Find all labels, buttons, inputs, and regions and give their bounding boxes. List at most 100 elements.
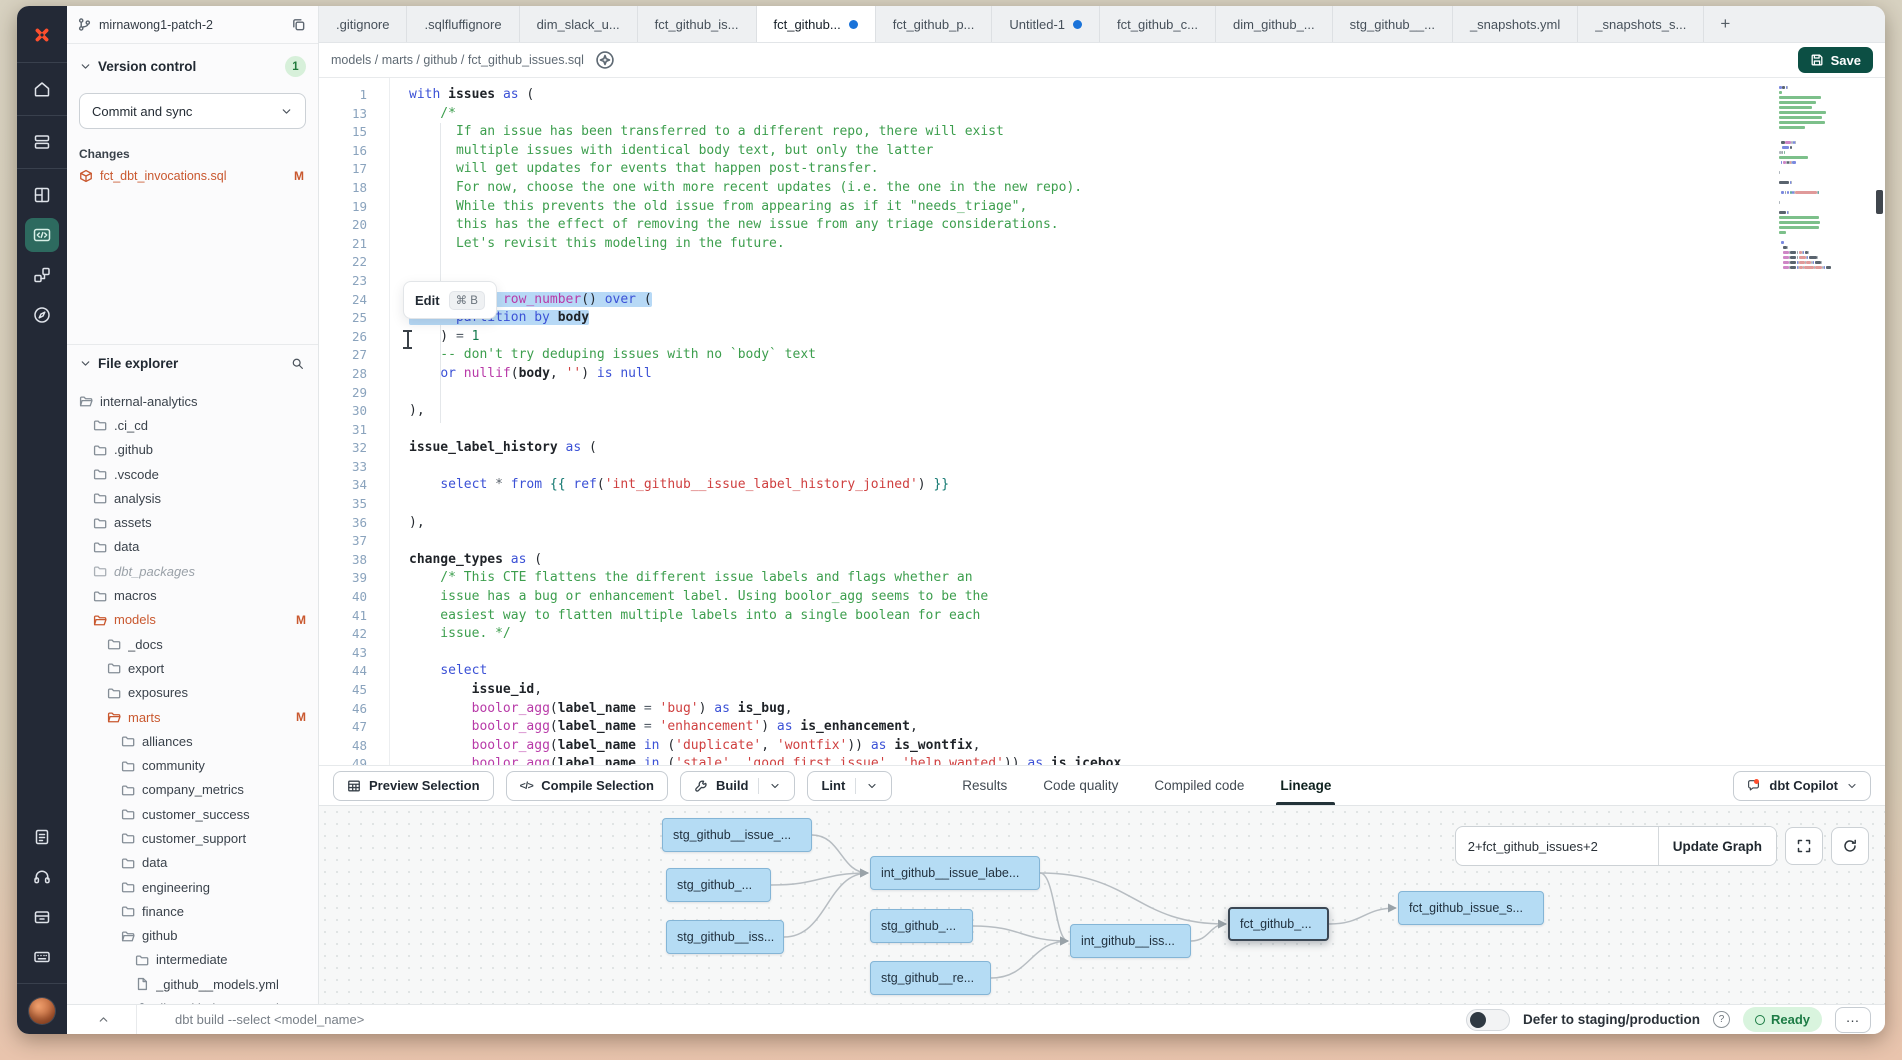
code-line-31[interactable]: 31 [319,421,1765,440]
tree-item-.ci_cd[interactable]: .ci_cd [67,413,318,437]
tree-item-data[interactable]: data [67,851,318,875]
changed-file-item[interactable]: fct_dbt_invocations.sql M [79,169,306,183]
code-line-28[interactable]: 28 or nullif(body, '') is null [319,365,1765,384]
code-line-45[interactable]: 45 issue_id, [319,681,1765,700]
build-button[interactable]: Build [680,771,796,801]
tree-item-export[interactable]: export [67,656,318,680]
command-input[interactable]: dbt build --select <model_name> [175,1012,1466,1027]
rail-explore-button[interactable] [25,298,59,332]
code-line-22[interactable]: 22 [319,253,1765,272]
lineage-node-fct_github_issue_s[interactable]: fct_github_issue_s... [1398,891,1544,925]
editor-tab-fct_github_c...[interactable]: fct_github_c... [1100,6,1216,42]
dbt-copilot-button[interactable]: dbt Copilot [1733,771,1871,801]
code-line-36[interactable]: 36), [319,514,1765,533]
editor-tab-_snapshots_s...[interactable]: _snapshots_s... [1578,6,1704,42]
panel-tab-compiled-code[interactable]: Compiled code [1154,766,1244,805]
refresh-graph-button[interactable] [1831,827,1869,865]
update-graph-button[interactable]: Update Graph [1659,827,1776,865]
code-line-26[interactable]: 26 ) = 1 [319,328,1765,347]
code-line-39[interactable]: 39 /* This CTE flattens the different is… [319,569,1765,588]
rail-notebooks-button[interactable] [25,820,59,854]
tree-item-analysis[interactable]: analysis [67,486,318,510]
code-line-20[interactable]: 20 this has the effect of removing the n… [319,216,1765,235]
tree-item-github[interactable]: github [67,924,318,948]
rail-orchestration-button[interactable] [25,258,59,292]
code-editor[interactable]: 1with issues as (13 /*15 If an issue has… [319,78,1885,765]
defer-toggle[interactable] [1466,1009,1510,1031]
code-line-25[interactable]: 25 partition by body [319,309,1765,328]
rail-support-button[interactable] [25,860,59,894]
tree-item-_docs[interactable]: _docs [67,632,318,656]
code-line-43[interactable]: 43 [319,644,1765,663]
code-line-48[interactable]: 48 boolor_agg(label_name in ('duplicate'… [319,737,1765,756]
tree-item-assets[interactable]: assets [67,510,318,534]
lineage-node-int_github__issue_labe[interactable]: int_github__issue_labe... [870,856,1040,890]
tree-item-macros[interactable]: macros [67,583,318,607]
code-line-41[interactable]: 41 easiest way to flatten multiple label… [319,607,1765,626]
editor-scrollbar[interactable] [1875,78,1883,765]
editor-tab-dim_slack_u...[interactable]: dim_slack_u... [520,6,638,42]
lint-button[interactable]: Lint [807,771,892,801]
tree-item-.vscode[interactable]: .vscode [67,462,318,486]
code-line-49[interactable]: 49 boolor_agg(label_name in ('stale', 'g… [319,755,1765,765]
editor-tab-fct_github_is...[interactable]: fct_github_is... [638,6,757,42]
code-line-47[interactable]: 47 boolor_agg(label_name = 'enhancement'… [319,718,1765,737]
editor-tab-_snapshots.yml[interactable]: _snapshots.yml [1453,6,1578,42]
editor-tab-Untitled-1[interactable]: Untitled-1 [992,6,1100,42]
user-avatar[interactable] [29,998,55,1024]
code-line-27[interactable]: 27 -- don't try deduping issues with no … [319,346,1765,365]
lineage-node-stg_github_[interactable]: stg_github_... [870,909,973,943]
chevron-down-icon[interactable] [769,780,781,792]
tree-item-.github[interactable]: .github [67,438,318,462]
code-line-24[interactable]: 24 qualify row_number() over ( [319,291,1765,310]
chevron-down-icon[interactable] [79,60,92,73]
code-line-29[interactable]: 29 [319,384,1765,403]
rail-archive-button[interactable] [25,900,59,934]
collapse-command-bar-button[interactable] [95,1011,112,1028]
code-line-46[interactable]: 46 boolor_agg(label_name = 'bug') as is_… [319,700,1765,719]
code-line-17[interactable]: 17 will get updates for events that happ… [319,160,1765,179]
lineage-node-stg_github_[interactable]: stg_github_... [666,868,771,902]
panel-tab-lineage[interactable]: Lineage [1280,766,1331,805]
more-options-button[interactable]: … [1835,1007,1871,1033]
tree-item-community[interactable]: community [67,753,318,777]
lineage-node-stg_github__issue_[interactable]: stg_github__issue_... [662,818,812,852]
lineage-node-fct_github_[interactable]: fct_github_... [1228,907,1329,941]
code-line-38[interactable]: 38change_types as ( [319,551,1765,570]
editor-tab-fct_github_p...[interactable]: fct_github_p... [876,6,993,42]
tree-item-models[interactable]: modelsM [67,608,318,632]
tree-item-company_metrics[interactable]: company_metrics [67,778,318,802]
save-button[interactable]: Save [1798,47,1873,73]
code-line-30[interactable]: 30), [319,402,1765,421]
editor-tab-dim_github_...[interactable]: dim_github_... [1216,6,1333,42]
code-line-42[interactable]: 42 issue. */ [319,625,1765,644]
scrollbar-thumb[interactable] [1876,190,1883,214]
copilot-breadcrumb-button[interactable] [594,49,617,72]
fullscreen-button[interactable] [1785,827,1823,865]
search-files-button[interactable] [289,355,306,372]
tree-item-finance[interactable]: finance [67,899,318,923]
tree-item-intermediate[interactable]: intermediate [67,948,318,972]
code-line-18[interactable]: 18 For now, choose the one with more rec… [319,179,1765,198]
code-line-33[interactable]: 33 [319,458,1765,477]
tree-item-dbt_packages[interactable]: dbt_packages [67,559,318,583]
help-icon[interactable]: ? [1713,1011,1730,1028]
tree-item-alliances[interactable]: alliances [67,729,318,753]
panel-tab-code-quality[interactable]: Code quality [1043,766,1118,805]
lineage-node-stg_github__re[interactable]: stg_github__re... [870,961,991,995]
tree-item-internal-analytics[interactable]: internal-analytics [67,389,318,413]
lineage-selector-input[interactable] [1456,839,1658,854]
rail-studio-button[interactable] [25,178,59,212]
tree-item-customer_success[interactable]: customer_success [67,802,318,826]
editor-tab-.gitignore[interactable]: .gitignore [319,6,407,42]
code-line-1[interactable]: 1with issues as ( [319,86,1765,105]
tree-item-engineering[interactable]: engineering [67,875,318,899]
new-tab-button[interactable]: + [1704,6,1746,42]
code-line-13[interactable]: 13 /* [319,105,1765,124]
lineage-node-stg_github__iss[interactable]: stg_github__iss... [666,920,784,954]
chevron-down-icon[interactable] [866,780,878,792]
code-line-32[interactable]: 32issue_label_history as ( [319,439,1765,458]
code-line-19[interactable]: 19 While this prevents the old issue fro… [319,198,1765,217]
copy-branch-button[interactable] [289,15,308,34]
editor-tab-fct_github...[interactable]: fct_github... [757,6,876,42]
